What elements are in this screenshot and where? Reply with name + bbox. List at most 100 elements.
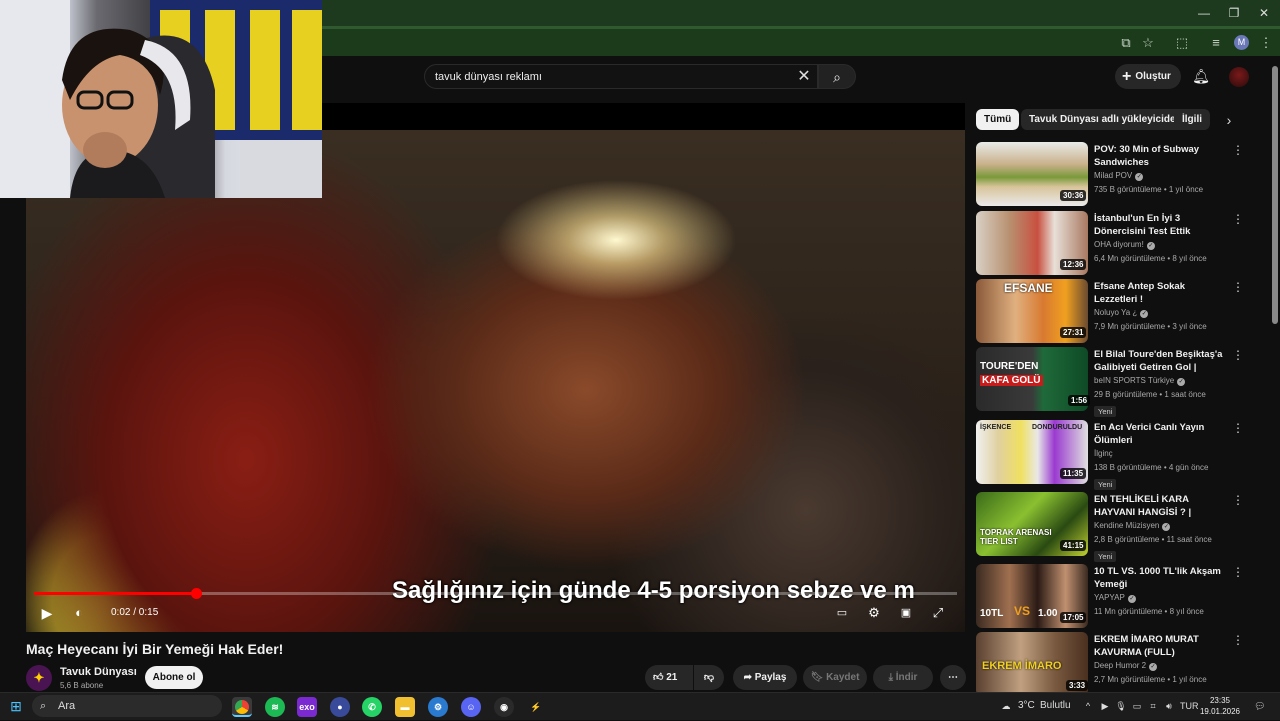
more-actions-button[interactable]: ⋯ (940, 665, 966, 690)
clear-search-icon[interactable]: ✕ (794, 67, 814, 87)
video-title[interactable]: EKREM İMARO MURAT KAVURMA (FULL) (1094, 633, 1230, 659)
recommendation-item[interactable]: 10TL VS 1.00 17:05 10 TL VS. 1000 TL'lik… (976, 564, 1248, 628)
close-window-icon[interactable]: ✕ (1252, 4, 1276, 22)
channel-name[interactable]: OHA diyorum! ✓ (1094, 240, 1155, 250)
video-meta: 7,9 Mn görüntüleme • 3 yıl önce (1094, 322, 1207, 331)
chip-all[interactable]: Tümü (976, 109, 1020, 130)
channel-name[interactable]: beIN SPORTS Türkiye ✓ (1094, 376, 1186, 386)
thumbnail-text: VS (1014, 604, 1031, 618)
network-icon[interactable]: ⌗ (1146, 698, 1160, 714)
taskbar-clock[interactable]: 23:35 19.01.2026 (1196, 695, 1244, 717)
spotify-icon[interactable]: ≋ (265, 697, 285, 717)
more-vertical-icon[interactable]: ⋮ (1232, 212, 1244, 226)
recommendation-item[interactable]: TOPRAK ARENASI TIER LIST 41:15 EN TEHLİK… (976, 492, 1248, 562)
clock-time: 23:35 (1209, 696, 1231, 705)
recommendation-item[interactable]: İŞKENCE DONDURULDU 11:35 En Acı Verici C… (976, 420, 1248, 490)
extensions-icon[interactable]: ⬚ (1173, 34, 1191, 52)
search-button[interactable]: ⌕ (818, 64, 856, 89)
captions-icon[interactable]: ▭ (832, 603, 852, 623)
miniplayer-icon[interactable]: ▣ (896, 603, 916, 623)
video-title[interactable]: POV: 30 Min of Subway Sandwiches (1094, 143, 1230, 169)
app-icon[interactable]: ● (330, 697, 350, 717)
microphone-icon[interactable]: 🎙︎ (1114, 698, 1128, 714)
scrollbar-thumb[interactable] (1272, 66, 1278, 324)
video-title[interactable]: İstanbul'un En İyi 3 Dönercisini Test Et… (1094, 212, 1230, 238)
whatsapp-icon[interactable]: ✆ (362, 697, 382, 717)
recommendation-item[interactable]: 30:36 POV: 30 Min of Subway Sandwiches M… (976, 142, 1248, 206)
windows-start-icon[interactable]: ⊞ (8, 698, 24, 714)
camera-icon[interactable]: ▶ (1098, 698, 1112, 714)
restore-icon[interactable]: ❐ (1222, 4, 1246, 22)
settings-gear-icon[interactable]: ⚙ (864, 603, 884, 623)
like-button[interactable]: 👍︎ 21 (645, 665, 693, 690)
profile-avatar[interactable]: M (1234, 35, 1249, 50)
more-vertical-icon[interactable]: ⋮ (1232, 280, 1244, 294)
progress-scrubber[interactable] (190, 588, 202, 599)
chevron-up-icon[interactable]: ^ (1082, 698, 1094, 714)
channel-avatar[interactable]: ✦ (26, 665, 52, 691)
video-title[interactable]: El Bilal Toure'den Beşiktaş'a Galibiyeti… (1094, 348, 1230, 375)
channel-name[interactable]: YAPYAP ✓ (1094, 593, 1136, 603)
more-vertical-icon[interactable]: ⋮ (1232, 421, 1244, 435)
like-count: 21 (666, 672, 678, 683)
taskbar-search[interactable]: ⌕ Ara (32, 695, 222, 717)
search-input[interactable] (435, 70, 785, 84)
exodus-icon[interactable]: exo (297, 697, 317, 717)
video-duration: 3:33 (1066, 680, 1089, 691)
weather-desc[interactable]: Bulutlu (1040, 698, 1071, 714)
save-button[interactable]: 🔖︎ Kaydet (803, 665, 867, 690)
recommendation-item[interactable]: EKREM İMARO 3:33 EKREM İMARO MURAT KAVUR… (976, 632, 1248, 696)
channel-name[interactable]: İlginç (1094, 449, 1113, 458)
video-frame[interactable] (26, 130, 965, 632)
file-explorer-icon[interactable]: ▬ (395, 697, 415, 717)
more-vertical-icon[interactable]: ⋮ (1232, 348, 1244, 362)
create-button[interactable]: + Oluştur (1115, 64, 1181, 89)
chrome-taskbar-icon[interactable] (232, 697, 252, 717)
download-button[interactable]: ⤓ İndir (873, 665, 933, 690)
recommendation-item[interactable]: EFSANE 27:31 Efsane Antep Sokak Lezzetle… (976, 279, 1248, 343)
more-vertical-icon[interactable]: ⋮ (1232, 565, 1244, 579)
obs-icon[interactable]: ◉ (494, 697, 514, 717)
chip-from-uploader[interactable]: Tavuk Dünyası adlı yükleyiciden (1021, 109, 1190, 130)
subscribe-button[interactable]: Abone ol (145, 666, 203, 689)
video-title[interactable]: En Acı Verici Canlı Yayın Ölümleri (1094, 421, 1230, 447)
account-avatar[interactable] (1229, 67, 1249, 87)
recommendation-item[interactable]: 12:36 İstanbul'un En İyi 3 Dönercisini T… (976, 211, 1248, 275)
steam-icon[interactable]: ⚙ (428, 697, 448, 717)
volume-tray-icon[interactable]: 🔊︎ (1162, 698, 1176, 714)
video-title[interactable]: 10 TL VS. 1000 TL'lik Akşam Yemeği (1094, 565, 1230, 591)
notifications-bell-icon[interactable]: 🔔︎ (1192, 66, 1210, 86)
browser-menu-icon[interactable]: ⋮ (1257, 34, 1275, 52)
weather-icon[interactable]: ☁ (996, 698, 1016, 714)
more-vertical-icon[interactable]: ⋮ (1232, 143, 1244, 157)
notifications-icon[interactable]: 💬︎ (1252, 698, 1268, 714)
chip-related[interactable]: İlgili (1174, 109, 1210, 130)
channel-name[interactable]: Kendine Müzisyen ✓ (1094, 521, 1171, 531)
fullscreen-icon[interactable]: ⤢ (928, 603, 948, 623)
channel-name[interactable]: Deep Humor 2 ✓ (1094, 661, 1158, 671)
share-button[interactable]: ➦ Paylaş (733, 665, 797, 690)
video-title[interactable]: Efsane Antep Sokak Lezzetleri ! (1094, 280, 1230, 306)
weather-temp[interactable]: 3°C (1018, 698, 1035, 714)
volume-icon[interactable]: ◐ (70, 603, 88, 623)
download-label: İndir (895, 672, 918, 683)
search-icon: ⌕ (833, 69, 841, 85)
channel-name[interactable]: Milad POV ✓ (1094, 171, 1144, 181)
more-vertical-icon[interactable]: ⋮ (1232, 633, 1244, 647)
channel-name[interactable]: Noluyo Ya ¿ ✓ (1094, 308, 1149, 318)
channel-name[interactable]: Tavuk Dünyası (60, 666, 137, 678)
discord-icon[interactable]: ☺ (461, 697, 481, 717)
dislike-button[interactable]: 👎︎ (694, 665, 724, 690)
chevron-right-icon[interactable]: › (1221, 110, 1237, 130)
play-icon[interactable]: ▶ (38, 603, 56, 623)
minimize-icon[interactable]: — (1192, 4, 1216, 22)
app-icon[interactable]: ⚡ (526, 697, 546, 717)
display-icon[interactable]: ▭ (1130, 698, 1144, 714)
video-title[interactable]: EN TEHLİKELİ KARA HAYVANI HANGİSİ ? | TO… (1094, 493, 1230, 520)
more-vertical-icon[interactable]: ⋮ (1232, 493, 1244, 507)
cast-icon[interactable]: ⧉ (1117, 34, 1135, 52)
bookmark-star-icon[interactable]: ☆ (1139, 34, 1157, 52)
media-controls-icon[interactable]: ≡ (1207, 34, 1225, 52)
verified-icon: ✓ (1177, 378, 1186, 386)
recommendation-item[interactable]: TOURE'DEN KAFA GOLÜ 1:56 El Bilal Toure'… (976, 347, 1248, 417)
